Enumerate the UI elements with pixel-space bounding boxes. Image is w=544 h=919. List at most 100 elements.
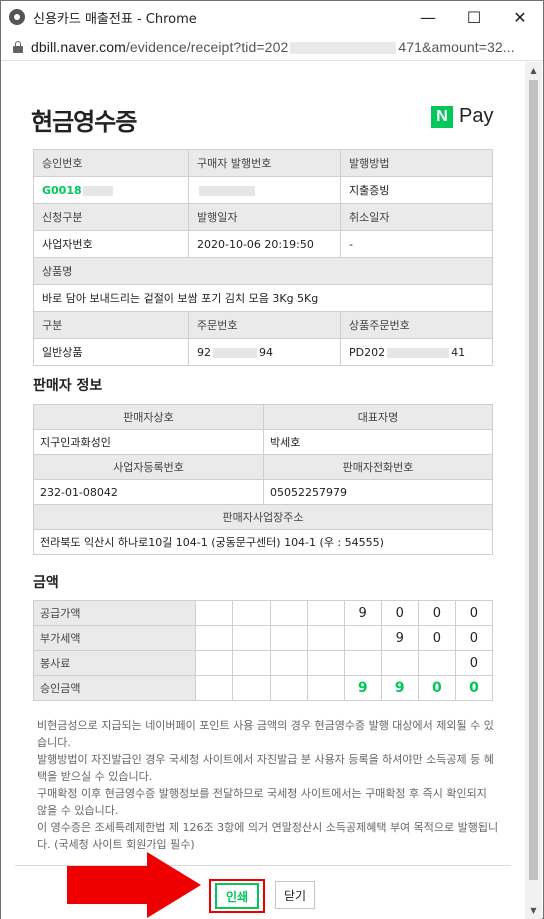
order-number-end: 94 [259,345,273,359]
url-host: dbill.naver.com [31,38,126,55]
window-title: 신용카드 매출전표 - Chrome [33,11,197,27]
amount-digit [232,675,271,701]
red-arrow-annotation [67,852,201,918]
amount-digit: 0 [454,625,494,651]
header-seller-phone: 판매자전화번호 [263,454,493,480]
header-product: 상품명 [33,257,493,285]
amount-digit [343,650,382,676]
amount-digit [306,600,345,626]
header-method: 발행방법 [340,149,493,177]
product-order-number: PD202 41 [340,338,493,366]
amount-digit: 9 [343,675,382,701]
header-representative: 대표자명 [263,404,493,430]
naver-n-icon: N [431,105,453,128]
close-button[interactable]: 닫기 [275,881,315,909]
receipt-notes: 비현금성으로 지급되는 네이버페이 포인트 사용 금액의 경우 현금영수증 발행… [37,717,499,853]
amount-digit [269,650,308,676]
order-redacted [213,347,257,358]
amount-digit [417,650,456,676]
chrome-icon [9,9,25,25]
order-number: 92 94 [188,338,341,366]
url-path-end: 471&amount=32... [398,38,515,55]
url-text[interactable]: dbill.naver.com/evidence/receipt?tid=202… [31,39,515,55]
amount-label: 부가세액 [32,625,197,651]
maximize-button[interactable]: ☐ [451,1,497,33]
issue-method: 지출증빙 [340,176,493,204]
amount-digit [269,625,308,651]
amount-digit [195,650,234,676]
amount-label: 봉사료 [32,650,197,676]
representative-name: 박세호 [263,429,493,455]
amount-digit [306,650,345,676]
header-seller-address: 판매자사업장주소 [33,504,493,530]
header-cancel: 취소일자 [340,203,493,231]
issue-date: 2020-10-06 20:19:50 [188,230,341,258]
amount-digit [232,600,271,626]
amount-digit [269,600,308,626]
request-type: 사업자번호 [33,230,189,258]
header-order: 주문번호 [188,311,341,339]
minimize-button[interactable]: — [405,1,451,33]
address-bar[interactable]: dbill.naver.com/evidence/receipt?tid=202… [1,33,543,61]
product-order-end: 41 [451,345,466,359]
amount-digit: 0 [417,625,456,651]
amount-digit [232,650,271,676]
seller-section-title: 판매자 정보 [33,378,103,394]
product-order-start: PD202 [349,345,386,359]
amount-row: 부가세액 9 0 0 [32,625,494,651]
print-button[interactable]: 인쇄 [215,883,259,909]
url-path-start: /evidence/receipt?tid=202 [125,38,289,55]
seller-address: 전라북도 익산시 하나로10길 104-1 (궁동문구센터) 104-1 (우 … [33,529,493,555]
amount-digit: 0 [380,600,419,626]
amount-label: 공급가액 [32,600,197,626]
business-number: 232-01-08042 [33,479,264,505]
header-date: 발행일자 [188,203,341,231]
amount-digit [195,600,234,626]
receipt-page: 현금영수증 N Pay 승인번호 구매자 발행번호 발행방법 G0018 지출증… [1,62,525,919]
header-product-order: 상품주문번호 [340,311,493,339]
header-seller-name: 판매자상호 [33,404,264,430]
amount-digit: 9 [380,625,419,651]
note-3: 구매확정 이후 현금영수증 발행정보를 전달하므로 국세청 사이트에서는 구매확… [37,787,487,817]
title-bar: 신용카드 매출전표 - Chrome — ☐ ✕ [1,1,543,33]
approval-number: G0018 [33,176,189,204]
order-number-start: 92 [197,345,211,359]
seller-info-table: 판매자상호 대표자명 지구인과화성인 박세호 사업자등록번호 판매자전화번호 2… [33,404,493,555]
receipt-info-table: 승인번호 구매자 발행번호 발행방법 G0018 지출증빙 신청구분 발행일자 … [33,149,493,366]
amount-row: 봉사료 0 [32,650,494,676]
cancel-date: - [340,230,493,258]
seller-name: 지구인과화성인 [33,429,264,455]
amount-label: 승인금액 [32,675,197,701]
amount-digit [269,675,308,701]
issuer-redacted [199,185,255,196]
amount-digit: 9 [343,600,382,626]
amount-row: 공급가액 9 0 0 0 [32,600,494,626]
seller-phone: 05052257979 [263,479,493,505]
amount-table: 공급가액 9 0 0 0 부가세액 9 0 0 봉사료 0 승인금액 9 9 0 0 [32,600,494,701]
amount-digit: 0 [417,600,456,626]
amount-digit [343,625,382,651]
amount-digit: 9 [380,675,419,701]
product-order-redacted [387,347,450,358]
browser-window: 신용카드 매출전표 - Chrome — ☐ ✕ dbill.naver.com… [0,0,544,919]
window-controls: — ☐ ✕ [405,1,543,33]
header-business-number: 사업자등록번호 [33,454,264,480]
vertical-scrollbar[interactable]: ▲ ▼ [525,62,542,919]
amount-section-title: 금액 [33,575,59,591]
note-2: 발행방법이 자진발급인 경우 국세청 사이트에서 자진발급 분 사용자 등록을 … [37,753,494,783]
amount-digit: 0 [454,650,494,676]
close-window-button[interactable]: ✕ [497,1,543,33]
header-type: 구분 [33,311,189,339]
scroll-up-icon[interactable]: ▲ [525,62,542,79]
approval-redacted [82,185,113,196]
scroll-down-icon[interactable]: ▼ [525,902,542,919]
amount-digit [306,625,345,651]
amount-row: 승인금액 9 9 0 0 [32,675,494,701]
note-1: 비현금성으로 지급되는 네이버페이 포인트 사용 금액의 경우 현금영수증 발행… [37,719,494,749]
page-title: 현금영수증 [31,108,137,136]
lock-icon[interactable] [13,40,23,53]
scroll-thumb[interactable] [529,80,538,880]
amount-digit [380,650,419,676]
npay-logo: N Pay [431,105,493,128]
amount-digit: 0 [454,600,494,626]
